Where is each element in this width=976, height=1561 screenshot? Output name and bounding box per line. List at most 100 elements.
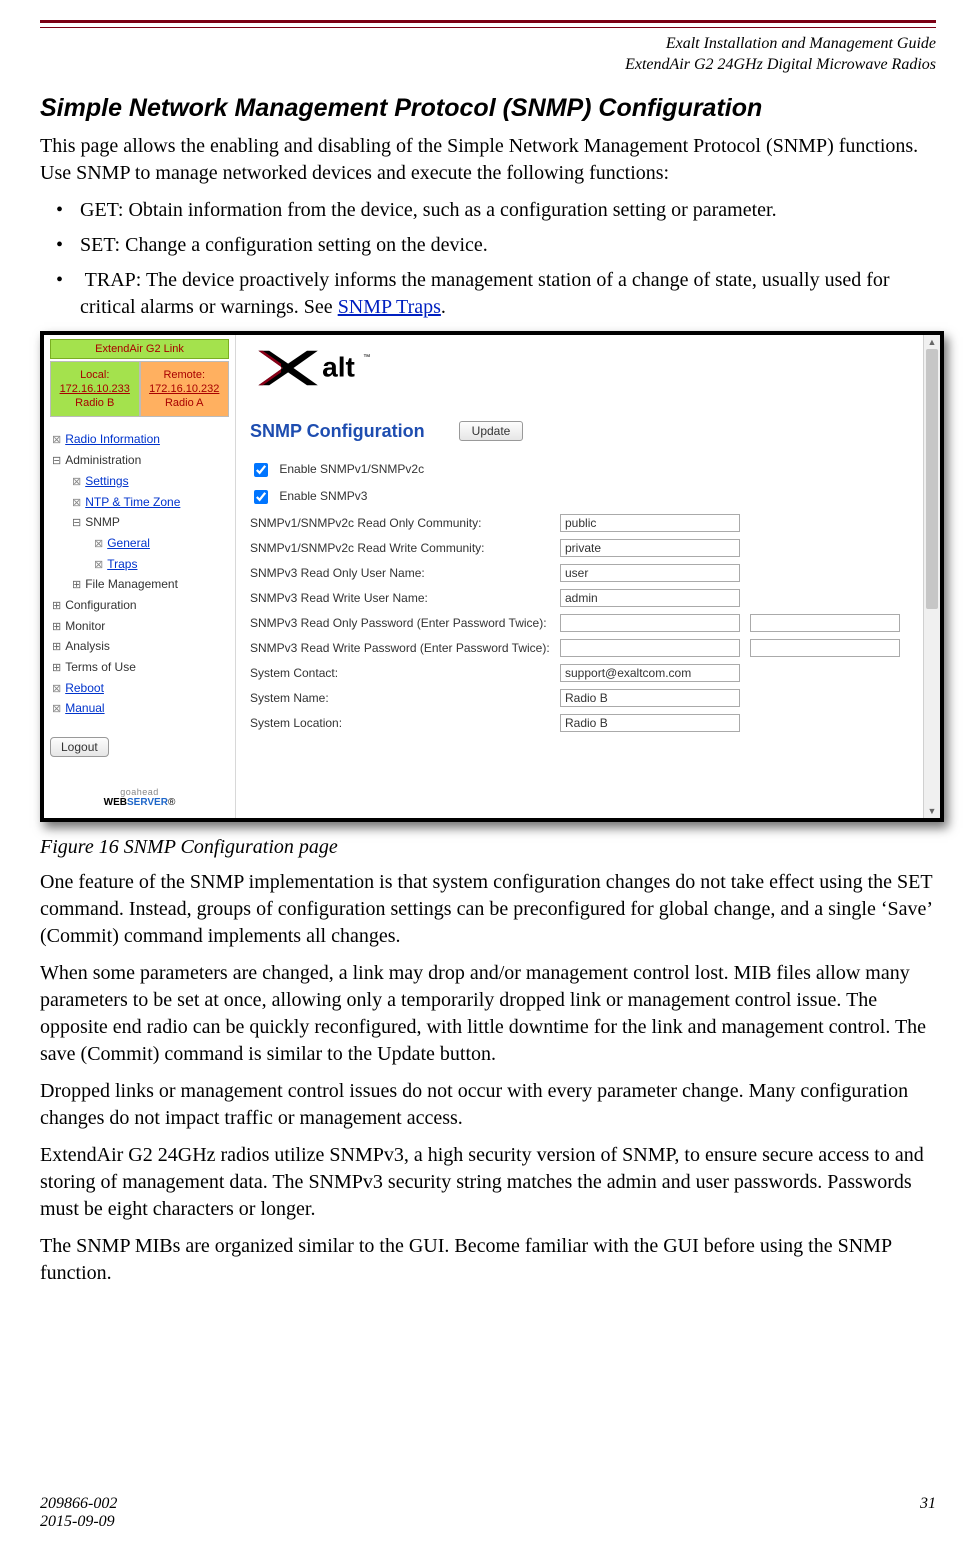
nav-link[interactable]: Manual (65, 701, 104, 715)
v3-ro-user-input[interactable] (560, 564, 740, 582)
section-title: Simple Network Management Protocol (SNMP… (40, 94, 936, 123)
nav-link[interactable]: NTP & Time Zone (85, 495, 180, 509)
svg-text:alt: alt (322, 351, 355, 382)
nav-administration[interactable]: Administration (50, 450, 229, 471)
scroll-down-icon[interactable]: ▼ (924, 804, 940, 818)
nav-snmp[interactable]: SNMP (50, 512, 229, 533)
page-top-rule (40, 20, 936, 28)
enable-v1v2c-checkbox[interactable] (254, 463, 268, 477)
nav-label: Configuration (65, 598, 136, 612)
goahead-label: goahead (50, 787, 229, 797)
nav-monitor[interactable]: Monitor (50, 616, 229, 637)
nav-label: Analysis (65, 639, 110, 653)
list-item: GET: Obtain information from the device,… (40, 197, 936, 224)
sidebar: ExtendAir G2 Link Local: 172.16.10.233 R… (44, 335, 236, 819)
v3-ro-pw2-input[interactable] (750, 614, 900, 632)
endpoint-ip: 172.16.10.233 (53, 382, 137, 396)
nav-label: Administration (65, 453, 141, 467)
scrollbar[interactable]: ▲ ▼ (923, 335, 940, 819)
snmp-traps-link[interactable]: SNMP Traps (338, 296, 441, 318)
nav-snmp-traps[interactable]: Traps (50, 554, 229, 575)
v3-ro-pw1-input[interactable] (560, 614, 740, 632)
nav-label: Terms of Use (65, 660, 136, 674)
list-item: TRAP: The device proactively informs the… (40, 267, 936, 321)
system-location-label: System Location: (250, 716, 560, 730)
system-contact-input[interactable] (560, 664, 740, 682)
nav-link[interactable]: Radio Information (65, 432, 160, 446)
nav-label: SNMP (85, 515, 120, 529)
nav-manual[interactable]: Manual (50, 698, 229, 719)
webserver-server: SERVER (127, 797, 168, 808)
main-panel: alt ™ SNMP Configuration Update Enable S… (236, 335, 924, 819)
brand-logo: alt ™ (250, 341, 914, 395)
nav-link[interactable]: Reboot (65, 681, 104, 695)
list-item: SET: Change a configuration setting on t… (40, 232, 936, 259)
system-location-input[interactable] (560, 714, 740, 732)
rw-community-label: SNMPv1/SNMPv2c Read Write Community: (250, 541, 560, 555)
exalt-logo-icon: alt ™ (250, 341, 418, 395)
endpoint-remote[interactable]: Remote: 172.16.10.232 Radio A (140, 361, 230, 418)
snmp-form: Enable SNMPv1/SNMPv2c Enable SNMPv3 SNMP… (250, 460, 914, 732)
nav-link[interactable]: General (107, 536, 150, 550)
nav-file-management[interactable]: File Management (50, 574, 229, 595)
nav-link[interactable]: Traps (107, 557, 137, 571)
paragraph: When some parameters are changed, a link… (40, 960, 936, 1068)
list-item-tail: . (441, 296, 446, 318)
rw-community-input[interactable] (560, 539, 740, 557)
ro-community-label: SNMPv1/SNMPv2c Read Only Community: (250, 516, 560, 530)
endpoint-ip: 172.16.10.232 (143, 382, 227, 396)
scroll-up-icon[interactable]: ▲ (924, 335, 940, 349)
panel-title: SNMP Configuration (250, 421, 425, 442)
enable-v1v2c-row: Enable SNMPv1/SNMPv2c (250, 460, 910, 480)
nav-analysis[interactable]: Analysis (50, 636, 229, 657)
endpoint-label: Local: (53, 368, 137, 382)
doc-date: 2015-09-09 (40, 1513, 115, 1530)
paragraph: Dropped links or management control issu… (40, 1078, 936, 1132)
page-number: 31 (920, 1495, 936, 1513)
header-line2: ExtendAir G2 24GHz Digital Microwave Rad… (40, 55, 936, 76)
logout-button[interactable]: Logout (50, 737, 109, 757)
figure-caption: Figure 16 SNMP Configuration page (40, 836, 936, 859)
system-name-input[interactable] (560, 689, 740, 707)
nav-snmp-general[interactable]: General (50, 533, 229, 554)
v3-ro-pw-label: SNMPv3 Read Only Password (Enter Passwor… (250, 616, 560, 630)
intro-paragraph: This page allows the enabling and disabl… (40, 133, 936, 187)
endpoint-name: Radio A (143, 396, 227, 410)
v3-rw-pw2-input[interactable] (750, 639, 900, 657)
paragraph: ExtendAir G2 24GHz radios utilize SNMPv3… (40, 1142, 936, 1223)
screenshot: ExtendAir G2 Link Local: 172.16.10.233 R… (40, 331, 944, 823)
system-name-label: System Name: (250, 691, 560, 705)
ro-community-input[interactable] (560, 514, 740, 532)
svg-text:™: ™ (363, 352, 371, 361)
paragraph: One feature of the SNMP implementation i… (40, 869, 936, 950)
endpoint-local[interactable]: Local: 172.16.10.233 Radio B (50, 361, 140, 418)
update-button[interactable]: Update (459, 421, 524, 441)
nav-configuration[interactable]: Configuration (50, 595, 229, 616)
header-line1: Exalt Installation and Management Guide (40, 34, 936, 55)
paragraph: The SNMP MIBs are organized similar to t… (40, 1233, 936, 1287)
nav-label: Monitor (65, 619, 105, 633)
list-item-text: TRAP: The device proactively informs the… (80, 269, 890, 318)
running-header: Exalt Installation and Management Guide … (40, 34, 936, 76)
nav-reboot[interactable]: Reboot (50, 678, 229, 699)
page-footer: 209866-002 31 2015-09-09 (40, 1495, 936, 1531)
nav-tree: Radio Information Administration Setting… (50, 429, 229, 719)
nav-label: File Management (85, 577, 178, 591)
nav-link[interactable]: Settings (85, 474, 128, 488)
v3-rw-pw-label: SNMPv3 Read Write Password (Enter Passwo… (250, 641, 560, 655)
v3-rw-user-label: SNMPv3 Read Write User Name: (250, 591, 560, 605)
nav-radio-information[interactable]: Radio Information (50, 429, 229, 450)
endpoint-name: Radio B (53, 396, 137, 410)
scroll-thumb[interactable] (926, 349, 938, 609)
doc-number: 209866-002 (40, 1495, 117, 1512)
enable-v1v2c-label: Enable SNMPv1/SNMPv2c (279, 462, 424, 476)
v3-rw-pw1-input[interactable] (560, 639, 740, 657)
v3-rw-user-input[interactable] (560, 589, 740, 607)
webserver-web: WEB (104, 797, 127, 808)
link-banner: ExtendAir G2 Link (50, 339, 229, 359)
enable-v3-checkbox[interactable] (254, 490, 268, 504)
nav-terms-of-use[interactable]: Terms of Use (50, 657, 229, 678)
nav-ntp-timezone[interactable]: NTP & Time Zone (50, 492, 229, 513)
webserver-badge: goahead WEBSERVER® (50, 787, 229, 808)
nav-settings[interactable]: Settings (50, 471, 229, 492)
